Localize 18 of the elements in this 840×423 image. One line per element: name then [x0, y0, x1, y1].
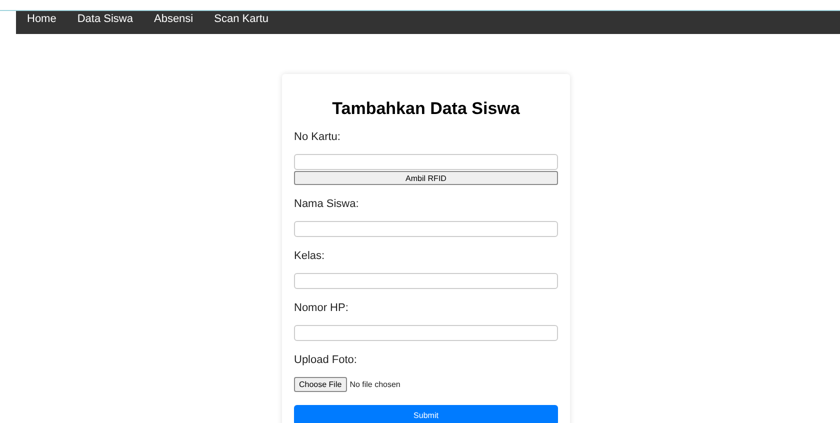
rfid-button[interactable]: Ambil RFID [294, 171, 558, 185]
input-field[interactable] [294, 221, 558, 237]
form-title: Tambahkan Data Siswa [331, 99, 521, 119]
field-label: Upload Foto: [294, 354, 358, 367]
input-field[interactable] [294, 273, 558, 289]
nav-link[interactable]: Absensi [154, 11, 194, 27]
choose-file-button[interactable]: Choose File [294, 377, 347, 392]
nav-link[interactable]: Scan Kartu [214, 11, 269, 27]
nav-link[interactable]: Home [27, 11, 56, 27]
submit-button[interactable]: Submit [294, 405, 558, 423]
field-label: Nama Siswa: [294, 198, 360, 211]
input-field[interactable] [294, 325, 558, 341]
nav-link[interactable]: Data Siswa [77, 11, 133, 27]
file-status: No file chosen [350, 380, 400, 389]
input-field[interactable] [294, 154, 558, 170]
field-label: No Kartu: [294, 131, 342, 144]
field-label: Nomor HP: [294, 302, 350, 315]
field-label: Kelas: [294, 250, 326, 263]
